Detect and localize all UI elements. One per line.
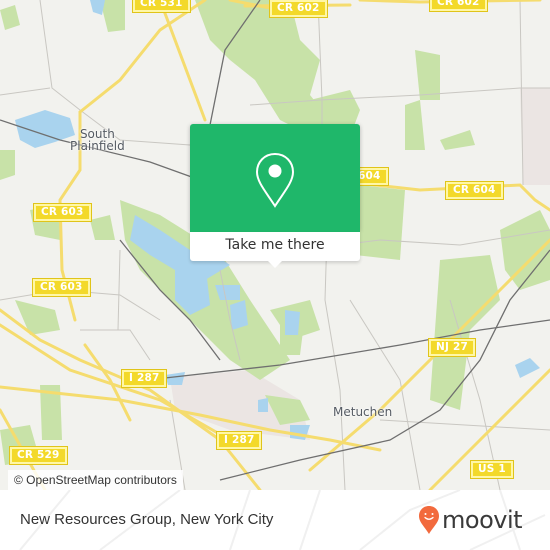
- road-shield-nj27: NJ 27: [429, 339, 475, 356]
- location-pin-icon: [255, 152, 295, 208]
- map-attribution[interactable]: © OpenStreetMap contributors: [8, 470, 183, 490]
- moovit-wordmark: moovit: [442, 506, 523, 534]
- road-shield-cr602: CR 602: [270, 0, 327, 17]
- road-shield-cr531: CR 531: [133, 0, 190, 12]
- road-shield-cr604: CR 604: [446, 182, 503, 199]
- industrial-area: [520, 88, 550, 185]
- footer-bar: New Resources Group, New York City moovi…: [0, 490, 550, 550]
- place-label-metuchen: Metuchen: [333, 406, 392, 418]
- road-shield-i287: I 287: [122, 370, 167, 387]
- map-view[interactable]: South Plainfield Metuchen CR 531 CR 602 …: [0, 0, 550, 490]
- road-shield-i287: I 287: [217, 432, 262, 449]
- moovit-logo[interactable]: moovit: [418, 502, 523, 538]
- place-label-line: Plainfield: [70, 139, 125, 153]
- place-label-south-plainfield: South Plainfield: [70, 128, 125, 152]
- popup-header: [190, 124, 360, 232]
- take-me-there-button[interactable]: Take me there: [190, 232, 360, 261]
- road-shield-cr529: CR 529: [10, 447, 67, 464]
- moovit-pin-icon: [419, 506, 439, 534]
- place-label-line: Metuchen: [333, 405, 393, 419]
- road-shield-cr602: CR 602: [430, 0, 487, 11]
- location-popup: Take me there: [190, 124, 360, 268]
- road-shield-cr603: CR 603: [34, 204, 91, 221]
- road-shield-us1: US 1: [471, 461, 513, 478]
- popup-pointer: [268, 261, 282, 268]
- location-title: New Resources Group, New York City: [20, 511, 274, 528]
- road-shield-cr603: CR 603: [33, 279, 90, 296]
